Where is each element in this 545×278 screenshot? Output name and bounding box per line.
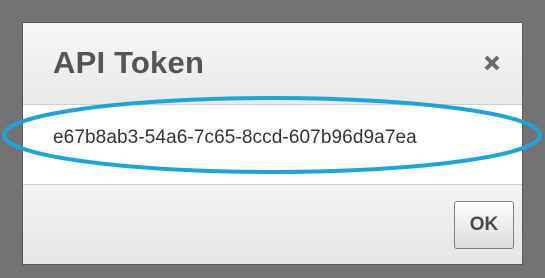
- ok-button[interactable]: OK: [454, 201, 514, 249]
- close-icon[interactable]: [482, 53, 502, 73]
- dialog-footer: OK: [23, 184, 522, 264]
- dialog-title: API Token: [53, 45, 205, 80]
- dialog-header: API Token: [23, 23, 522, 105]
- api-token-value: e67b8ab3-54a6-7c65-8ccd-607b96d9a7ea: [53, 127, 417, 148]
- api-token-dialog: API Token e67b8ab3-54a6-7c65-8ccd-607b96…: [22, 22, 523, 265]
